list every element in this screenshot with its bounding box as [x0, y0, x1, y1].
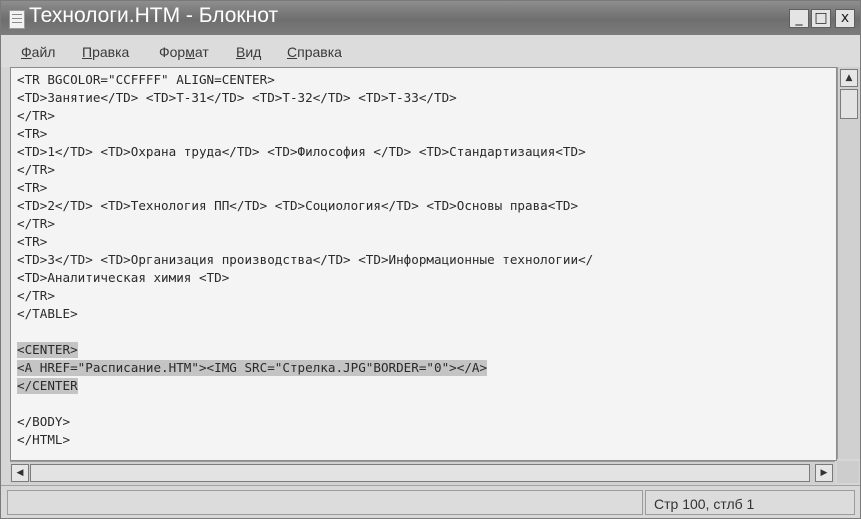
scroll-up-icon: ▲	[845, 73, 853, 83]
editor-line: </TR>	[17, 216, 55, 231]
menu-bar: Файл Правка Формат Вид Справка	[1, 35, 860, 67]
editor-line: <TR>	[17, 234, 48, 249]
status-panel-empty	[7, 490, 643, 515]
editor-line-selected: <A HREF="Расписание.HTM"><IMG SRC="Стрел…	[17, 360, 488, 376]
close-icon: x	[840, 10, 850, 26]
horizontal-scrollbar[interactable]: ◀ ▶	[10, 461, 835, 484]
editor-line: <TD>Занятие</TD> <TD>Т-31</TD> <TD>Т-32<…	[17, 90, 457, 105]
scroll-right-icon: ▶	[820, 468, 828, 478]
maximize-button[interactable]: □	[811, 9, 831, 28]
menu-help[interactable]: Справка	[287, 44, 342, 60]
text-editor[interactable]: <TR BGCOLOR="CCFFFF" ALIGN=CENTER> <TD>З…	[10, 67, 837, 461]
horizontal-scroll-thumb[interactable]	[30, 464, 810, 482]
vertical-scroll-thumb[interactable]	[840, 89, 858, 119]
editor-line: </TR>	[17, 108, 55, 123]
menu-format[interactable]: Формат	[159, 44, 209, 60]
editor-line: <TD>3</TD> <TD>Организация производства<…	[17, 252, 594, 267]
scroll-right-button[interactable]: ▶	[815, 464, 833, 482]
scroll-up-button[interactable]: ▲	[840, 69, 858, 87]
menu-view[interactable]: Вид	[236, 44, 261, 60]
editor-line: <TD>1</TD> <TD>Охрана труда</TD> <TD>Фил…	[17, 144, 586, 159]
editor-line: <TR>	[17, 180, 48, 195]
scrollbar-corner	[837, 461, 859, 483]
editor-line: <TR BGCOLOR="CCFFFF" ALIGN=CENTER>	[17, 72, 275, 87]
menu-file[interactable]: Файл	[21, 44, 55, 60]
status-bar: Стр 100, стлб 1	[1, 485, 860, 518]
editor-line: </TR>	[17, 162, 55, 177]
minimize-icon: _	[795, 10, 803, 26]
notepad-app-icon[interactable]	[9, 10, 25, 29]
editor-line-selected: <CENTER>	[17, 342, 78, 358]
window-title: Технологи.HTM - Блокнот	[29, 4, 279, 27]
editor-line: </BODY>	[17, 414, 71, 429]
close-button[interactable]: x	[835, 9, 855, 28]
editor-line: <TR>	[17, 126, 48, 141]
title-bar[interactable]: Технологи.HTM - Блокнот _ □ x	[1, 1, 860, 35]
scroll-left-icon: ◀	[16, 468, 24, 478]
notepad-window: Технологи.HTM - Блокнот _ □ x Файл Правк…	[0, 0, 861, 519]
cursor-position: Стр 100, стлб 1	[654, 496, 755, 512]
editor-line: </HTML>	[17, 432, 71, 447]
status-panel-position: Стр 100, стлб 1	[645, 490, 855, 515]
menu-edit[interactable]: Правка	[82, 44, 129, 60]
editor-line: <TD>Аналитическая химия <TD>	[17, 270, 230, 285]
vertical-scrollbar[interactable]: ▲	[837, 67, 860, 459]
editor-line: <TD>2</TD> <TD>Технология ПП</TD> <TD>Со…	[17, 198, 579, 213]
editor-line-selected: </CENTER	[17, 378, 78, 394]
minimize-button[interactable]: _	[789, 9, 809, 28]
maximize-icon: □	[814, 10, 828, 26]
editor-line: </TABLE>	[17, 306, 78, 321]
editor-line: </TR>	[17, 288, 55, 303]
scroll-left-button[interactable]: ◀	[11, 464, 29, 482]
